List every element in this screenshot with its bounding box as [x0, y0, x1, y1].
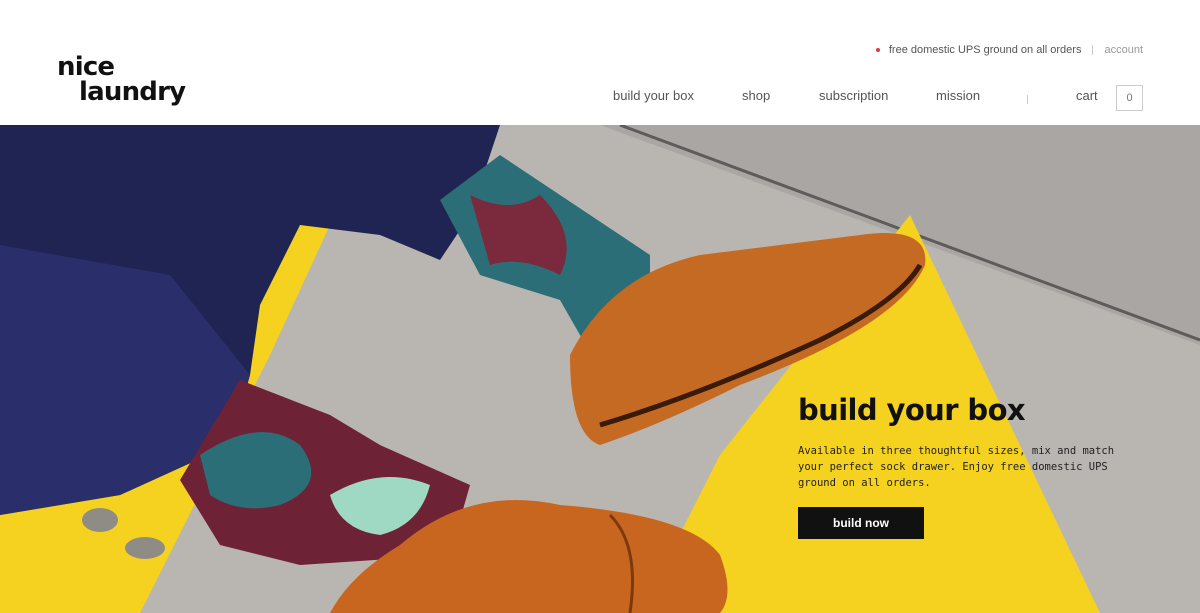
shipping-promo: free domestic UPS ground on all orders [888, 44, 1082, 56]
nav-divider [1027, 95, 1028, 104]
account-link[interactable]: account [1104, 44, 1143, 56]
hero-content: build your box Available in three though… [798, 393, 1148, 539]
logo-line-2: laundry [79, 77, 186, 107]
nav-mission[interactable]: mission [936, 88, 980, 103]
hero-title: build your box [798, 393, 1026, 427]
cart-count-badge[interactable]: 0 [1116, 85, 1143, 111]
divider [1092, 45, 1094, 55]
nav-build-your-box[interactable]: build your box [613, 88, 694, 103]
hero-banner: build your box Available in three though… [0, 125, 1200, 613]
cart-link[interactable]: cart [1076, 88, 1098, 103]
nav-subscription[interactable]: subscription [819, 88, 888, 103]
brand-logo[interactable]: nice laundry [57, 54, 197, 107]
hero-image [0, 125, 1200, 613]
utility-bar: free domestic UPS ground on all orders a… [875, 44, 1143, 56]
nav-shop[interactable]: shop [742, 88, 770, 103]
hero-description: Available in three thoughtful sizes, mix… [798, 445, 1115, 489]
build-now-button[interactable]: build now [798, 507, 924, 539]
site-header: nice laundry free domestic UPS ground on… [0, 0, 1200, 125]
dot-icon [875, 48, 880, 52]
